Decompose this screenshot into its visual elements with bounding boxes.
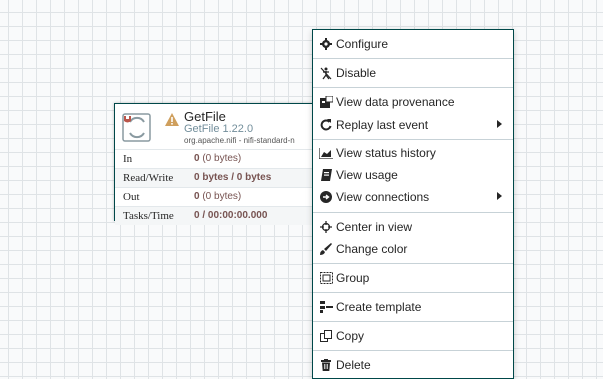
menu-item-copy[interactable]: Copy — [313, 325, 513, 347]
menu-item-delete[interactable]: Delete — [313, 354, 513, 376]
menu-item-label: Copy — [336, 329, 365, 343]
stat-label: Read/Write — [123, 172, 174, 184]
stat-value: 0 / 00:00:00.000 — [194, 210, 268, 221]
stat-value: 0 (0 bytes) — [194, 153, 242, 164]
menu-divider — [313, 263, 513, 264]
menu-item-configure[interactable]: Configure — [313, 33, 513, 55]
disable-icon — [319, 66, 333, 80]
submenu-arrow-icon — [497, 120, 502, 128]
menu-divider — [313, 321, 513, 322]
menu-item-group[interactable]: Group — [313, 267, 513, 289]
menu-item-view-usage[interactable]: View usage — [313, 164, 513, 186]
menu-item-label: Center in view — [336, 220, 413, 234]
menu-item-create-template[interactable]: Create template — [313, 296, 513, 318]
menu-item-center-in-view[interactable]: Center in view — [313, 216, 513, 238]
stat-label: Tasks/Time — [123, 210, 174, 222]
warning-icon[interactable] — [165, 113, 179, 126]
crosshairs-icon — [319, 220, 333, 234]
trash-icon — [319, 358, 333, 372]
stat-label: In — [123, 153, 133, 165]
menu-item-label: Replay last event — [336, 118, 429, 132]
menu-divider — [313, 292, 513, 293]
menu-item-replay-last-event[interactable]: Replay last event — [313, 114, 513, 136]
menu-item-label: Delete — [336, 358, 371, 372]
group-icon — [319, 271, 333, 285]
menu-divider — [313, 87, 513, 88]
chart-area-icon — [319, 146, 333, 160]
submenu-arrow-icon — [497, 192, 502, 200]
menu-divider — [313, 139, 513, 140]
provenance-icon — [319, 95, 333, 109]
menu-item-label: Group — [336, 271, 370, 285]
processor-bundle: org.apache.nifi - nifi-standard-n — [184, 136, 295, 145]
processor-icon — [122, 110, 152, 143]
connections-icon — [319, 190, 333, 204]
menu-item-label: Configure — [336, 37, 389, 51]
paintbrush-icon — [319, 242, 333, 256]
menu-item-label: View status history — [336, 146, 436, 160]
menu-item-view-connections[interactable]: View connections — [313, 186, 513, 208]
menu-item-label: Change color — [336, 242, 408, 256]
menu-item-disable[interactable]: Disable — [313, 62, 513, 84]
gear-icon — [319, 37, 333, 51]
menu-divider — [313, 212, 513, 213]
replay-icon — [319, 118, 333, 132]
context-menu: Configure Disable View data provenance R… — [312, 29, 514, 379]
menu-item-label: View usage — [336, 168, 398, 182]
menu-item-view-data-provenance[interactable]: View data provenance — [313, 91, 513, 113]
processor-type: GetFile 1.22.0 — [184, 123, 254, 135]
stat-value: 0 (0 bytes) — [194, 191, 242, 202]
menu-divider — [313, 58, 513, 59]
menu-item-change-color[interactable]: Change color — [313, 238, 513, 260]
menu-item-label: View connections — [336, 190, 430, 204]
processor-name: GetFile — [184, 109, 226, 124]
menu-item-label: View data provenance — [336, 95, 455, 109]
menu-divider — [313, 350, 513, 351]
template-icon — [319, 300, 333, 314]
stat-value: 0 bytes / 0 bytes — [194, 172, 272, 183]
book-icon — [319, 168, 333, 182]
menu-item-view-status-history[interactable]: View status history — [313, 142, 513, 164]
copy-icon — [319, 329, 333, 343]
menu-item-label: Create template — [336, 300, 422, 314]
menu-item-label: Disable — [336, 66, 377, 80]
stat-label: Out — [123, 191, 140, 203]
